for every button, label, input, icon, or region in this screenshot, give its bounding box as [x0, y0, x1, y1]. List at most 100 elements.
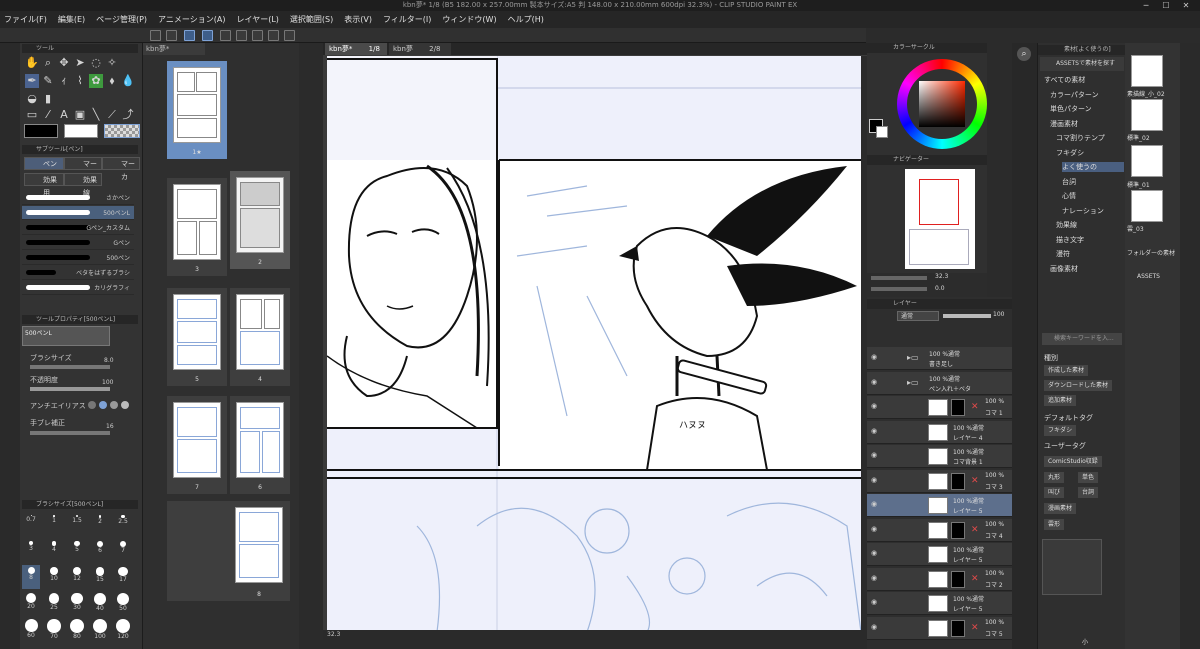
zoom-readout[interactable]: 32.3	[327, 631, 340, 638]
layer-row[interactable]: ◉ 100 %通常 コマ背景 1	[867, 445, 1012, 468]
material-thumb[interactable]	[1131, 145, 1163, 177]
pencil-icon[interactable]: ✎	[41, 74, 55, 88]
rotation-slider[interactable]	[871, 287, 927, 291]
material-tree-item[interactable]: 漫符	[1056, 249, 1124, 259]
material-search-input[interactable]: 検索キーワードを入...	[1042, 333, 1122, 345]
brush-size-option[interactable]: 3	[22, 539, 40, 563]
brush-size-option[interactable]: 2	[91, 513, 109, 537]
mask-disabled-icon[interactable]: ✕	[971, 525, 979, 535]
material-tree-item[interactable]: カラーパターン	[1050, 90, 1124, 100]
navigator-rotation[interactable]: 0.0	[935, 285, 945, 292]
pen-pressure-icon[interactable]	[184, 30, 195, 41]
material-thumb[interactable]	[1131, 190, 1163, 222]
page-manager-tab[interactable]: kbn夢*	[143, 43, 205, 55]
sub-color-chip[interactable]	[876, 126, 888, 138]
visibility-eye-icon[interactable]: ◉	[871, 574, 877, 582]
brush-size-option[interactable]: 0.7	[22, 513, 40, 537]
tag-button[interactable]: 雲形	[1044, 519, 1065, 530]
frame-icon[interactable]	[268, 30, 279, 41]
line-icon[interactable]: ╲	[89, 108, 103, 122]
airbrush-icon[interactable]: ⌇	[73, 74, 87, 88]
wand-icon[interactable]: ✧	[105, 56, 119, 70]
page-thumb[interactable]: 5	[167, 288, 227, 386]
page-thumb[interactable]: 7	[167, 396, 227, 494]
layer-folder-row[interactable]: ◉ ▸▭ 100 %通常 ペン入れ＋ベタ	[867, 371, 1012, 395]
material-tree-item[interactable]: すべての素材	[1044, 75, 1124, 85]
tag-button[interactable]: 台詞	[1078, 487, 1099, 498]
brush-row[interactable]: カリグラフィ	[22, 281, 134, 295]
brush-size-value[interactable]: 8.0	[104, 357, 114, 364]
folder-icon[interactable]: ▸▭	[907, 353, 919, 362]
brush-icon[interactable]: ｨ	[57, 74, 71, 88]
sub-color-swatch[interactable]	[64, 124, 98, 138]
eraser-icon[interactable]: ⬧	[105, 74, 119, 88]
brush-size-option[interactable]: 5	[68, 539, 86, 563]
visibility-eye-icon[interactable]: ◉	[871, 378, 877, 386]
brush-size-option[interactable]: 7	[114, 539, 132, 563]
move-icon[interactable]: ✥	[57, 56, 71, 70]
brush-size-option[interactable]: 2.5	[114, 513, 132, 537]
menu-window[interactable]: ウィンドウ(W)	[442, 14, 496, 25]
brush-row-selected[interactable]: 500ペンL	[22, 206, 134, 220]
tag-button[interactable]: 叫び	[1044, 487, 1065, 498]
menu-view[interactable]: 表示(V)	[344, 14, 372, 25]
brush-row[interactable]: Gペン	[22, 236, 134, 250]
zoom-icon[interactable]: ⌕	[41, 56, 55, 70]
frame-folder-row[interactable]: ◉ ✕ 100 % コマ 1	[867, 396, 1012, 419]
material-tree-item[interactable]: 単色パターン	[1050, 104, 1124, 114]
visibility-eye-icon[interactable]: ◉	[871, 598, 877, 606]
fit-page-icon[interactable]	[252, 30, 263, 41]
stabilizer-icon[interactable]	[202, 30, 213, 41]
visibility-eye-icon[interactable]: ◉	[871, 500, 877, 508]
material-thumb[interactable]	[1131, 55, 1163, 87]
brush-size-option[interactable]: 20	[22, 591, 40, 615]
material-tree-item[interactable]: 描き文字	[1056, 235, 1124, 245]
tab-effect[interactable]: 効果用	[24, 173, 64, 197]
mask-disabled-icon[interactable]: ✕	[971, 623, 979, 633]
page-thumb[interactable]: 6	[230, 396, 290, 494]
brush-size-option[interactable]: 4	[45, 539, 63, 563]
layer-opacity-value[interactable]: 100	[993, 311, 1004, 318]
transform-icon[interactable]	[220, 30, 231, 41]
visibility-eye-icon[interactable]: ◉	[871, 525, 877, 533]
search-icon[interactable]: ⌕	[1017, 47, 1031, 61]
tab-marker2[interactable]: マーカ	[102, 157, 140, 181]
navigator-preview[interactable]	[905, 169, 975, 269]
navigator-zoom[interactable]: 32.3	[935, 273, 948, 280]
brush-size-option[interactable]: 60	[22, 617, 40, 641]
tag-button[interactable]: 丸形	[1044, 472, 1065, 483]
menu-file[interactable]: ファイル(F)	[4, 14, 47, 25]
material-tree-item[interactable]: コマ割りテンプ	[1056, 133, 1124, 143]
brush-size-option[interactable]: 70	[45, 617, 63, 641]
brush-size-option[interactable]: 10	[45, 565, 63, 589]
brush-size-option[interactable]: 1.5	[68, 513, 86, 537]
material-tree-item[interactable]: 効果線	[1056, 220, 1124, 230]
decoration-icon[interactable]: ✿	[89, 74, 103, 88]
close-button[interactable]: ✕	[1168, 0, 1200, 11]
visibility-eye-icon[interactable]: ◉	[871, 549, 877, 557]
page-thumb[interactable]: 8	[167, 501, 290, 601]
drawing-canvas[interactable]: ハヌヌ	[327, 56, 861, 632]
doc-tab[interactable]: kbn夢 2/8	[389, 43, 451, 55]
hand-icon[interactable]: ✋	[25, 56, 39, 70]
brush-row[interactable]: Gペン_カスタム	[22, 221, 134, 235]
snap-icon[interactable]	[150, 30, 161, 41]
menu-edit[interactable]: 編集(E)	[58, 14, 85, 25]
material-thumb[interactable]	[1131, 99, 1163, 131]
opacity-slider[interactable]	[30, 387, 110, 391]
brush-size-option[interactable]: 40	[91, 591, 109, 615]
brush-size-option[interactable]: 8	[22, 565, 40, 589]
tab-marker[interactable]: マーカー	[64, 157, 102, 181]
visibility-eye-icon[interactable]: ◉	[871, 623, 877, 631]
brush-row[interactable]: さかペン	[22, 191, 134, 205]
brush-size-option[interactable]: 30	[68, 591, 86, 615]
frame-tool-icon[interactable]: ▭	[25, 108, 39, 122]
saturation-square[interactable]	[919, 81, 965, 127]
material-tree-item[interactable]: よく使うの	[1062, 162, 1124, 172]
page-thumb[interactable]: 1★	[167, 61, 227, 159]
grid-icon[interactable]	[236, 30, 247, 41]
frame-folder-row[interactable]: ◉ ✕ 100 % コマ 2	[867, 567, 1012, 591]
menu-filter[interactable]: フィルター(I)	[383, 14, 431, 25]
frame-folder-row[interactable]: ◉ ✕ 100 % コマ 3	[867, 469, 1012, 493]
tag-button[interactable]: 追加素材	[1044, 395, 1077, 406]
